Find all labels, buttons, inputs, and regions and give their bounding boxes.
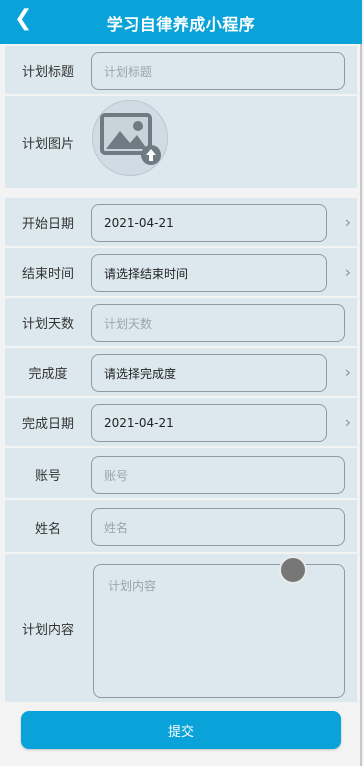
image-upload-icon xyxy=(100,113,161,165)
floating-assist-button[interactable] xyxy=(279,556,307,584)
start-date-picker[interactable]: 2021-04-21 xyxy=(91,204,327,242)
chevron-right-icon[interactable]: › xyxy=(345,363,351,382)
account-row: 账号 账号 xyxy=(5,450,357,500)
plan-days-label: 计划天数 xyxy=(21,316,74,332)
complete-date-label: 完成日期 xyxy=(21,416,74,432)
plan-title-label: 计划标题 xyxy=(21,64,74,80)
submit-button[interactable]: 提交 xyxy=(21,711,341,749)
form-top-section: 计划标题 计划标题 计划图片 xyxy=(5,46,357,188)
image-upload-button[interactable] xyxy=(92,100,168,176)
account-label: 账号 xyxy=(34,468,61,484)
start-date-row: 开始日期 2021-04-21 › xyxy=(5,198,357,248)
end-time-row: 结束时间 请选择结束时间 › xyxy=(5,248,357,298)
completion-label: 完成度 xyxy=(28,366,68,382)
end-time-picker[interactable]: 请选择结束时间 xyxy=(91,254,327,292)
name-row: 姓名 姓名 xyxy=(5,502,357,552)
form-main-section: 开始日期 2021-04-21 › 结束时间 请选择结束时间 › 计划天数 计划… xyxy=(5,198,357,552)
chevron-right-icon[interactable]: › xyxy=(345,413,351,432)
name-label: 姓名 xyxy=(34,521,61,537)
plan-content-label: 计划内容 xyxy=(21,622,74,638)
name-input[interactable]: 姓名 xyxy=(91,508,345,546)
complete-date-picker[interactable]: 2021-04-21 xyxy=(91,404,327,442)
top-nav-bar: ❮ 学习自律养成小程序 xyxy=(0,0,362,44)
app-frame: ❮ 学习自律养成小程序 计划标题 计划标题 计划图片 开始日期 2021-04-… xyxy=(0,0,362,766)
completion-picker[interactable]: 请选择完成度 xyxy=(91,354,327,392)
start-date-label: 开始日期 xyxy=(21,216,74,232)
account-input[interactable]: 账号 xyxy=(91,456,345,494)
plan-days-input[interactable]: 计划天数 xyxy=(91,304,345,342)
completion-row: 完成度 请选择完成度 › xyxy=(5,348,357,398)
plan-image-row: 计划图片 xyxy=(5,96,357,188)
chevron-right-icon[interactable]: › xyxy=(345,213,351,232)
plan-image-label: 计划图片 xyxy=(21,136,74,152)
plan-title-input[interactable]: 计划标题 xyxy=(91,52,345,90)
plan-days-row: 计划天数 计划天数 xyxy=(5,298,357,348)
end-time-label: 结束时间 xyxy=(21,266,74,282)
page-title: 学习自律养成小程序 xyxy=(106,15,256,34)
plan-content-textarea[interactable]: 计划内容 xyxy=(93,564,345,698)
complete-date-row: 完成日期 2021-04-21 › xyxy=(5,398,357,448)
chevron-right-icon[interactable]: › xyxy=(345,263,351,282)
plan-title-row: 计划标题 计划标题 xyxy=(5,46,357,96)
